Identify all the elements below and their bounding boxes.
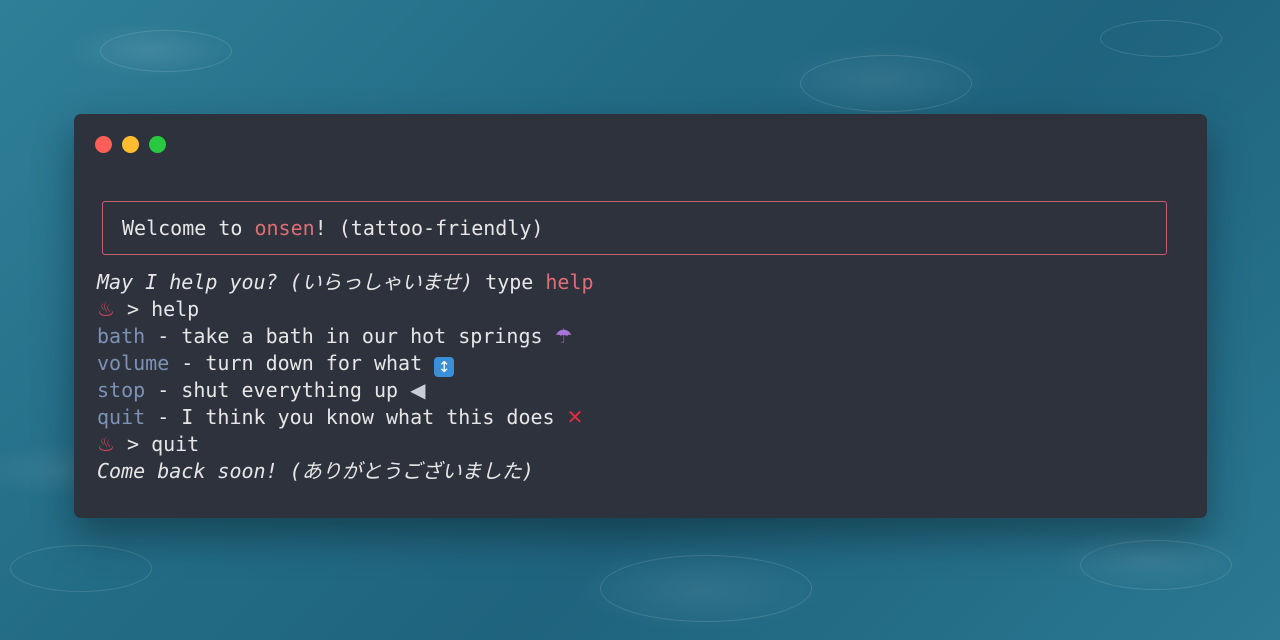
command-row-quit: quit - I think you know what this does ✕ [97, 404, 594, 431]
command-description: I think you know what this does [181, 405, 567, 429]
command-separator: - [145, 378, 182, 402]
umbrella-icon: ☂ [554, 324, 573, 348]
command-separator: - [145, 405, 182, 429]
help-keyword: help [545, 270, 594, 294]
minimize-button[interactable] [122, 136, 139, 153]
maximize-button[interactable] [149, 136, 166, 153]
prompt-line[interactable]: ♨ > quit [97, 431, 594, 458]
background-ripple [1080, 540, 1232, 590]
app-name: onsen [254, 216, 315, 240]
command-description: turn down for what [205, 351, 435, 375]
command-separator: - [169, 351, 206, 375]
welcome-text: Welcome to onsen! (tattoo-friendly) [122, 216, 543, 240]
command-name: stop [97, 378, 146, 402]
prompt-command: help [151, 297, 200, 321]
command-separator: - [145, 324, 182, 348]
prompt-line[interactable]: ♨ > help [97, 296, 594, 323]
greeting-text: May I help you? (いらっしゃいませ) [97, 270, 474, 294]
window-controls [95, 136, 166, 153]
greeting-tail: type [473, 270, 546, 294]
background-ripple [100, 30, 232, 72]
greeting-line: May I help you? (いらっしゃいませ) type help [97, 269, 594, 296]
command-name: volume [97, 351, 170, 375]
welcome-banner: Welcome to onsen! (tattoo-friendly) [102, 201, 1167, 255]
command-description: take a bath in our hot springs [181, 324, 555, 348]
cross-mark-icon: ✕ [566, 405, 584, 429]
background-ripple [600, 555, 812, 622]
background-ripple [1100, 20, 1222, 57]
muted-speaker-icon: ◀ [410, 378, 426, 402]
command-row-bath: bath - take a bath in our hot springs ☂ [97, 323, 594, 350]
command-row-stop: stop - shut everything up ◀ [97, 377, 594, 404]
up-down-arrow-icon: ↕ [434, 357, 455, 377]
command-row-volume: volume - turn down for what ↕ [97, 350, 594, 377]
prompt-symbol: > [114, 432, 152, 456]
welcome-prefix: Welcome to [122, 216, 255, 240]
background-ripple [800, 55, 972, 112]
welcome-suffix: ! (tattoo-friendly) [314, 216, 544, 240]
command-name: quit [97, 405, 146, 429]
background-ripple [10, 545, 152, 592]
farewell-line: Come back soon! (ありがとうございました) [97, 459, 534, 483]
close-button[interactable] [95, 136, 112, 153]
prompt-symbol: > [114, 297, 152, 321]
hot-springs-icon: ♨ [97, 297, 115, 321]
prompt-command: quit [151, 432, 200, 456]
command-name: bath [97, 324, 146, 348]
terminal-output: May I help you? (いらっしゃいませ) type help ♨ >… [97, 269, 594, 485]
terminal-window: Welcome to onsen! (tattoo-friendly) May … [74, 114, 1207, 518]
hot-springs-icon: ♨ [97, 432, 115, 456]
command-description: shut everything up [181, 378, 411, 402]
